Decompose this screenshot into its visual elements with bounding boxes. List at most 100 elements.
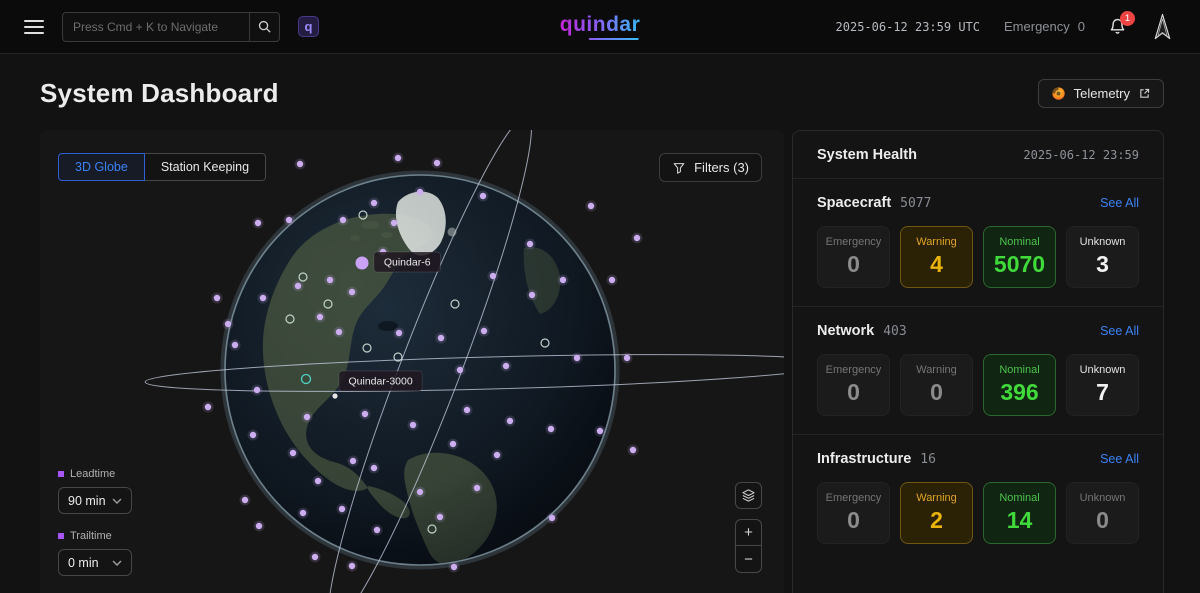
satellite-dot[interactable] [254, 219, 262, 227]
satellite-dot[interactable] [335, 328, 343, 336]
satellite-dot[interactable] [456, 366, 464, 374]
status-value: 0 [1096, 507, 1109, 533]
satellite-dot[interactable] [623, 354, 631, 362]
satellite-dot[interactable] [633, 234, 641, 242]
satellite-dot[interactable] [449, 440, 457, 448]
status-card-nominal: Nominal 5070 [983, 226, 1056, 288]
satellite-dot[interactable] [463, 406, 471, 414]
satellite-dot[interactable] [338, 505, 346, 513]
satellite-dot[interactable] [241, 496, 249, 504]
global-search [62, 11, 280, 42]
see-all-link[interactable]: See All [1100, 324, 1139, 338]
satellite-dot[interactable] [249, 431, 257, 439]
satellite-dot[interactable] [416, 488, 424, 496]
telemetry-button[interactable]: Telemetry [1037, 79, 1164, 108]
satellite-dot[interactable] [629, 446, 637, 454]
satellite-dot[interactable] [213, 294, 221, 302]
system-health-panel: System Health 2025-06-12 23:59 Spacecraf… [792, 130, 1164, 593]
notifications-button[interactable]: 1 [1109, 10, 1135, 37]
map-layers-button[interactable] [735, 482, 762, 509]
satellite-dot[interactable] [395, 329, 403, 337]
satellite-dot[interactable] [587, 202, 595, 210]
satellite-dot[interactable] [608, 276, 616, 284]
globe-3d-view[interactable]: Quindar-6 Quindar-3000 [40, 130, 784, 593]
tab-3d-globe[interactable]: 3D Globe [58, 153, 145, 181]
satellite-dot[interactable] [224, 320, 232, 328]
satellite-dot[interactable] [349, 457, 357, 465]
zoom-out-button[interactable]: − [736, 546, 761, 572]
satellite-dot[interactable] [316, 313, 324, 321]
satellite-dot[interactable] [255, 522, 263, 530]
satellite-dot[interactable] [253, 386, 261, 394]
search-button[interactable] [249, 12, 279, 41]
quindar-mark-glyph: q [304, 19, 313, 34]
satellite-dot[interactable] [502, 362, 510, 370]
emergency-indicator[interactable]: Emergency 0 [1004, 19, 1085, 34]
satellite-dot[interactable] [204, 403, 212, 411]
status-label: Warning [916, 364, 957, 376]
satellite-dot[interactable] [548, 514, 556, 522]
satellite-dot[interactable] [416, 188, 424, 196]
status-label: Warning [916, 492, 957, 504]
quindar-mark-button[interactable]: q [298, 16, 319, 37]
satellite-dot[interactable] [370, 199, 378, 207]
satellite-dot[interactable] [285, 216, 293, 224]
satellite-dot[interactable] [339, 216, 347, 224]
satellite-dot[interactable] [547, 425, 555, 433]
status-label: Nominal [999, 492, 1040, 504]
satellite-dot[interactable] [559, 276, 567, 284]
status-label: Nominal [999, 364, 1040, 376]
satellite-dot[interactable] [311, 553, 319, 561]
satellite-dot[interactable] [373, 526, 381, 534]
chevron-down-icon [112, 559, 122, 566]
satellite-dot[interactable] [299, 509, 307, 517]
see-all-link[interactable]: See All [1100, 452, 1139, 466]
satellite-dot[interactable] [361, 410, 369, 418]
satellite-dot[interactable] [489, 272, 497, 280]
satellite-dot[interactable] [289, 449, 297, 457]
satellite-dot[interactable] [296, 160, 304, 168]
search-input[interactable] [63, 12, 249, 41]
see-all-link[interactable]: See All [1100, 196, 1139, 210]
satellite-dot[interactable] [259, 294, 267, 302]
satellite-dot[interactable] [394, 154, 402, 162]
satellite-dot[interactable] [437, 334, 445, 342]
satellite-dot[interactable] [480, 327, 488, 335]
trailtime-select[interactable]: 0 min [58, 549, 132, 576]
filters-button[interactable]: Filters (3) [659, 153, 762, 182]
satellite-dot[interactable] [370, 464, 378, 472]
satellite-dot[interactable] [348, 562, 356, 570]
health-section-infrastructure: Infrastructure 16 See All Emergency 0 Warning… [793, 434, 1163, 562]
grafana-icon [1051, 87, 1065, 100]
satellite-dot-quindar-6[interactable] [355, 256, 369, 270]
zoom-in-button[interactable]: + [736, 520, 761, 546]
satellite-dot[interactable] [348, 288, 356, 296]
satellite-dot[interactable] [596, 427, 604, 435]
satellite-dot[interactable] [506, 417, 514, 425]
satellite-dot[interactable] [526, 240, 534, 248]
satellite-dot-quindar-3000[interactable] [332, 393, 338, 399]
satellite-dot[interactable] [493, 451, 501, 459]
satellite-dot[interactable] [326, 276, 334, 284]
satellite-dot[interactable] [436, 513, 444, 521]
satellite-dot[interactable] [479, 192, 487, 200]
satellite-dot[interactable] [450, 563, 458, 571]
earth-continents [226, 176, 614, 564]
leadtime-select[interactable]: 90 min [58, 487, 132, 514]
satellite-dot[interactable] [528, 291, 536, 299]
status-card-warning: Warning 4 [900, 226, 973, 288]
menu-icon[interactable] [24, 19, 44, 34]
satellite-dot[interactable] [303, 413, 311, 421]
external-link-icon [1140, 88, 1150, 98]
satellite-dot[interactable] [409, 421, 417, 429]
section-title: Infrastructure [817, 451, 912, 467]
satellite-dot[interactable] [294, 282, 302, 290]
rocket-icon[interactable] [1151, 13, 1174, 41]
tab-station-keeping[interactable]: Station Keeping [144, 153, 267, 181]
satellite-dot[interactable] [231, 341, 239, 349]
satellite-dot[interactable] [314, 477, 322, 485]
satellite-dot[interactable] [573, 354, 581, 362]
satellite-dot[interactable] [433, 159, 441, 167]
satellite-dot[interactable] [473, 484, 481, 492]
satellite-dot[interactable] [390, 219, 398, 227]
